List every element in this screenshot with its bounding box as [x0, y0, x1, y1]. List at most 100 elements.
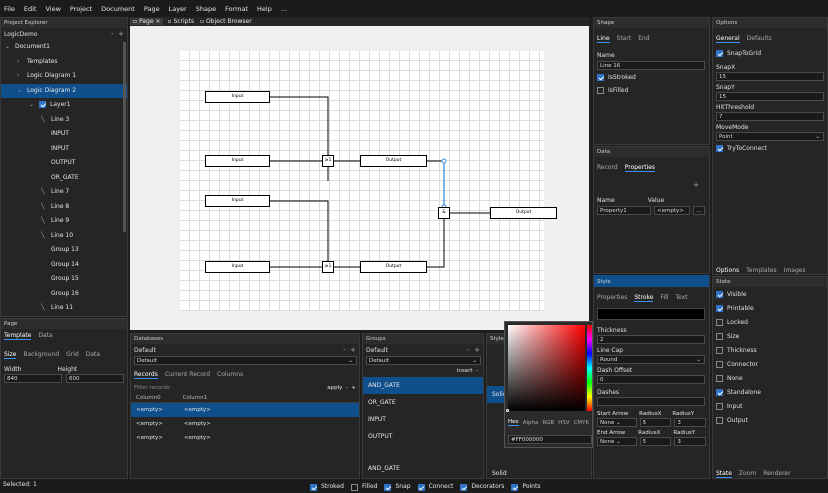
status-flag-checkbox[interactable] — [384, 483, 392, 491]
insert-button[interactable]: insert — [457, 368, 473, 374]
tab-properties[interactable]: Properties — [624, 164, 656, 172]
tab-templates[interactable]: Templates — [746, 267, 777, 274]
hex-field[interactable]: #FF000000 — [508, 435, 592, 444]
tree-item[interactable]: OUTPUT — [1, 156, 127, 171]
width-field[interactable]: 840 — [4, 374, 62, 383]
menu-view[interactable]: View — [45, 5, 60, 13]
try-to-connect-checkbox[interactable] — [716, 145, 723, 152]
menu-project[interactable]: Project — [70, 5, 92, 13]
state-item[interactable]: Visible — [713, 287, 827, 301]
property-more-button[interactable]: ... — [693, 206, 705, 215]
group-item-output[interactable]: OUTPUT — [363, 428, 483, 445]
doc-tab-object-browser[interactable]: ▫ Object Browser — [200, 18, 252, 25]
status-flag[interactable]: Filled — [350, 481, 377, 493]
dashes-field[interactable] — [597, 397, 705, 406]
line-cap-select[interactable]: Round ⌄ — [597, 355, 705, 364]
state-checkbox[interactable] — [716, 332, 723, 340]
menu-shape[interactable]: Shape — [196, 5, 216, 13]
column0-header[interactable]: Column0 — [136, 395, 161, 401]
isstroked-checkbox[interactable] — [597, 74, 604, 81]
input-block-1[interactable]: Input — [205, 91, 270, 103]
tab-general[interactable]: General — [716, 35, 740, 43]
state-item[interactable]: None — [713, 371, 827, 385]
tab-grid[interactable]: Grid — [66, 351, 79, 359]
state-item[interactable]: Locked — [713, 315, 827, 329]
hue-slider[interactable] — [587, 325, 592, 411]
project-actions[interactable]: - + — [111, 30, 124, 38]
tab-record[interactable]: Record — [597, 164, 618, 172]
filter-records-input[interactable]: Filter records — [134, 385, 170, 391]
tree-item[interactable]: ╲ Line 8 — [1, 200, 127, 215]
status-flag[interactable]: Stroked — [310, 481, 344, 493]
group-item-input[interactable]: INPUT — [363, 411, 483, 428]
tree-item[interactable]: ⌄ Document1 — [1, 40, 127, 55]
status-flag-checkbox[interactable] — [417, 483, 425, 491]
tree-item[interactable]: OR_GATE — [1, 171, 127, 186]
table-row[interactable]: <empty> <empty> — [131, 403, 359, 417]
snapx-field[interactable]: 15 — [716, 72, 824, 81]
tab-size[interactable]: Size — [4, 351, 17, 359]
state-item[interactable]: Thickness — [713, 343, 827, 357]
status-flag-checkbox[interactable] — [350, 483, 358, 491]
drawing-page[interactable]: Input Input Input Input ≥1 ≥1 & Output O… — [180, 51, 557, 311]
tab-zoom[interactable]: Zoom — [739, 470, 756, 478]
input-block-4[interactable]: Input — [205, 261, 270, 273]
state-checkbox[interactable] — [716, 374, 723, 382]
add-property-button[interactable]: + — [594, 175, 709, 195]
output-block-3[interactable]: Output — [490, 207, 557, 219]
tab-cmyk[interactable]: CMYK — [574, 420, 590, 426]
groups-insert-controls[interactable]: insert - — [363, 365, 483, 377]
table-row[interactable]: <empty> <empty> — [131, 431, 359, 445]
state-item[interactable]: Standalone — [713, 385, 827, 399]
apply-button[interactable]: apply — [327, 385, 342, 391]
state-checkbox[interactable] — [716, 402, 723, 410]
tree-scrollbar[interactable] — [123, 42, 126, 232]
tree-item[interactable]: ╲ Line 3 — [1, 113, 127, 128]
tab-current-record[interactable]: Current Record — [165, 371, 210, 379]
menu-more[interactable]: … — [281, 5, 288, 13]
tab-end[interactable]: End — [638, 35, 649, 43]
end-radiusx-field[interactable]: 5 — [639, 437, 672, 446]
output-block-2[interactable]: Output — [360, 261, 427, 273]
shape-name-field[interactable]: Line 16 — [597, 61, 705, 70]
dash-offset-field[interactable]: 0 — [597, 375, 705, 384]
end-arrow-select[interactable]: None ⌄ — [597, 437, 637, 446]
status-flag[interactable]: Decorators — [460, 481, 504, 493]
start-radiusx-field[interactable]: 5 — [639, 418, 672, 427]
canvas-area[interactable]: Input Input Input Input ≥1 ≥1 & Output O… — [130, 26, 589, 330]
tab-fill[interactable]: Fill — [660, 294, 668, 302]
table-row[interactable]: <empty> <empty> — [131, 417, 359, 431]
apply-controls[interactable]: apply - + — [327, 385, 356, 391]
tree-item[interactable]: ⌄ Layer1 — [1, 98, 127, 113]
status-flag[interactable]: Points — [511, 481, 540, 493]
input-block-2[interactable]: Input — [205, 155, 270, 167]
tab-template[interactable]: Template — [4, 332, 32, 340]
style-item-solid-2[interactable]: Solid — [487, 465, 591, 478]
menu-edit[interactable]: Edit — [24, 5, 37, 13]
property-value-field[interactable]: <empty> — [654, 206, 690, 215]
color-cursor[interactable] — [506, 409, 509, 412]
status-flag-checkbox[interactable] — [310, 483, 317, 491]
tree-item[interactable]: ╲ Line 9 — [1, 214, 127, 229]
or-gate-2[interactable]: ≥1 — [322, 261, 334, 273]
tab-stroke[interactable]: Stroke — [634, 294, 654, 302]
menu-page[interactable]: Page — [144, 5, 160, 13]
tab-state[interactable]: State — [716, 470, 732, 478]
state-checkbox[interactable] — [716, 290, 723, 298]
state-checkbox[interactable] — [716, 346, 723, 354]
tab-hsv[interactable]: HSV — [558, 420, 569, 426]
state-checkbox[interactable] — [716, 304, 723, 312]
status-flag-checkbox[interactable] — [460, 483, 468, 491]
group-item-and-gate[interactable]: AND_GATE — [363, 377, 483, 394]
tab-defaults[interactable]: Defaults — [747, 35, 772, 43]
end-radiusy-field[interactable]: 3 — [674, 437, 707, 446]
state-item[interactable]: Size — [713, 329, 827, 343]
move-mode-select[interactable]: Point ⌄ — [716, 132, 824, 141]
tab-style-properties[interactable]: Properties — [597, 294, 627, 302]
tab-text[interactable]: Text — [675, 294, 687, 302]
tree-item[interactable]: Group 16 — [1, 287, 127, 302]
state-item[interactable]: Printable — [713, 301, 827, 315]
saturation-value-area[interactable] — [508, 325, 585, 411]
tab-columns[interactable]: Columns — [217, 371, 243, 379]
state-checkbox[interactable] — [716, 388, 723, 396]
